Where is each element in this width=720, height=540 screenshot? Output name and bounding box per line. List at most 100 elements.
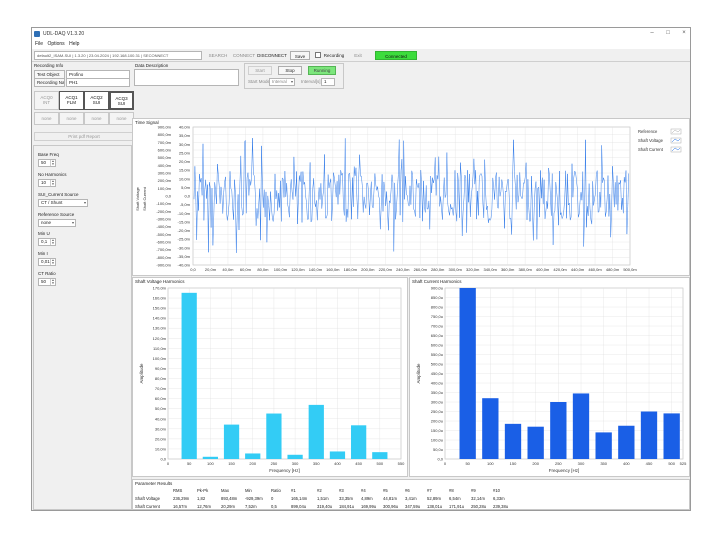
start-button[interactable]: Start xyxy=(248,66,272,75)
y-tick-label-left: -200,0m xyxy=(156,209,171,214)
start-mode-label: Start Mode xyxy=(248,79,271,84)
y-tick-label: 600,0u xyxy=(431,343,443,348)
y-tick-label: 300,0u xyxy=(431,400,443,405)
menu-file[interactable]: File xyxy=(35,40,43,49)
harmonic-bar xyxy=(482,398,499,459)
save-button[interactable]: Save xyxy=(290,51,310,60)
x-tick-label: 400 xyxy=(334,461,341,466)
y-tick-label: 500,0u xyxy=(431,362,443,367)
x-tick-label: 0 xyxy=(167,461,170,466)
app-icon xyxy=(34,31,40,37)
acq1-none[interactable]: none xyxy=(59,112,84,125)
print-report-button[interactable]: Print pdf Report xyxy=(34,132,134,141)
stop-button[interactable]: Stop xyxy=(278,66,302,75)
no-harmonics-spinner[interactable]: 10 ▲ ▼ xyxy=(38,179,56,187)
acq2-button[interactable]: ACQ2 SUI xyxy=(84,91,109,110)
x-tick-label: 160,0m xyxy=(326,267,340,272)
x-tick-label: 240,0m xyxy=(396,267,410,272)
table-header-cell: Max xyxy=(221,488,229,493)
y-tick-label: 10,0m xyxy=(155,446,167,451)
minimize-icon[interactable]: – xyxy=(646,30,658,36)
ct-ratio-spinner[interactable]: 50 ▲ ▼ xyxy=(38,278,56,286)
min-i-spinner[interactable]: 0,01 ▲ ▼ xyxy=(38,258,56,266)
acq2-line2: SUI xyxy=(92,100,101,105)
recording-name-field[interactable]: PH1 xyxy=(66,78,130,87)
table-cell: 239,38u xyxy=(493,504,509,509)
table-cell: 12,76m xyxy=(197,504,211,509)
y-tick-label-left: 500,0m xyxy=(158,155,172,160)
acq0-line2: INT xyxy=(42,100,51,105)
x-tick-label: 340,0m xyxy=(483,267,497,272)
harmonic-bar xyxy=(663,413,680,459)
interval-spinner[interactable]: 1 xyxy=(321,78,335,86)
y-tick-label-right: -5,0m xyxy=(180,202,191,207)
ref-source-select[interactable]: none ▾ xyxy=(38,219,76,227)
close-icon[interactable]: × xyxy=(678,30,690,36)
harmonic-bar xyxy=(329,451,346,459)
acq1-button[interactable]: ACQ1 FLM xyxy=(59,91,84,110)
x-tick-label: 250 xyxy=(555,461,562,466)
acq0-none[interactable]: none xyxy=(34,112,59,125)
harmonic-bar xyxy=(572,393,590,459)
search-button[interactable]: SEARCH xyxy=(206,51,230,60)
spinner-arrows-icon[interactable]: ▲ ▼ xyxy=(50,279,55,285)
table-header-cell: #9 xyxy=(471,488,476,493)
sui-source-select[interactable]: CT / Shunt ▾ xyxy=(38,199,88,207)
acq2-none[interactable]: none xyxy=(84,112,109,125)
spinner-arrows-icon[interactable]: ▲ ▼ xyxy=(50,180,55,186)
start-mode-select[interactable]: Interval ▾ xyxy=(269,78,295,86)
y-tick-label: 120,0m xyxy=(153,336,167,341)
y-tick-label: 90,0m xyxy=(155,366,167,371)
x-tick-label: 350 xyxy=(600,461,607,466)
disconnect-button[interactable]: DISCONNECT xyxy=(257,51,287,60)
min-u-spinner[interactable]: 0,1 ▲ ▼ xyxy=(38,238,56,246)
spinner-arrows-icon[interactable]: ▲ ▼ xyxy=(50,259,55,265)
acq3-none[interactable]: none xyxy=(109,112,134,125)
table-cell: 33,35m xyxy=(339,496,353,501)
y-tick-label: 350,0u xyxy=(431,390,443,395)
table-header-cell: #2 xyxy=(317,488,322,493)
y-tick-label: 100,0u xyxy=(431,438,443,443)
spinner-arrows-icon[interactable]: ▲ ▼ xyxy=(50,160,55,166)
recording-checkbox[interactable] xyxy=(315,52,321,58)
acq3-button[interactable]: ACQ3 SUI xyxy=(109,91,134,110)
device-select[interactable]: default2_ISAM-SUI | 1.3.20 | 23.04.2024 … xyxy=(34,51,202,60)
table-cell: 6,33m xyxy=(493,496,505,501)
y-tick-label: 850,0u xyxy=(431,295,443,300)
harmonic-bar xyxy=(504,423,522,459)
connect-button[interactable]: CONNECT xyxy=(232,51,256,60)
y-tick-label: 50,0m xyxy=(155,406,167,411)
time-signal-plot[interactable]: 900,0m 800,0m 700,0m 600,0m 500,0m 400,0m 300,… xyxy=(133,119,689,275)
x-tick-label: 440,0m xyxy=(571,267,585,272)
y-tick-label-left: -900,0m xyxy=(156,263,171,268)
y-tick-label: 40,0m xyxy=(155,416,167,421)
y-tick-label: 700,0u xyxy=(431,324,443,329)
settings-panel: Base Freq 50 ▲ ▼ No Harmonics 10 ▲ ▼ SUI_Cur… xyxy=(33,145,132,510)
maximize-icon[interactable]: □ xyxy=(662,30,674,36)
acq0-button[interactable]: ACQ0 INT xyxy=(34,91,59,110)
exit-button[interactable]: Exit xyxy=(350,51,366,60)
menu-help[interactable]: Help xyxy=(69,40,79,49)
x-tick-label: 525 xyxy=(680,461,687,466)
y-tick-label: 160,0m xyxy=(153,296,167,301)
y-tick-label-left: 300,0m xyxy=(158,171,172,176)
y-tick-label: 140,0m xyxy=(153,316,167,321)
current-harmonics-plot[interactable]: 900,0u 850,0u 800,0u 750,0u 700,0u 650,0u 600,… xyxy=(410,278,689,476)
connection-status: Connected xyxy=(375,51,417,60)
ref-source-label: Reference Source xyxy=(38,212,75,217)
y-axis-label: Amplitude xyxy=(139,363,144,384)
table-cell: Shaft Current xyxy=(135,504,160,509)
y-tick-label-left: 100,0m xyxy=(158,186,172,191)
base-freq-spinner[interactable]: 50 ▲ ▼ xyxy=(38,159,56,167)
table-cell: 1,82 xyxy=(197,496,206,501)
y-tick-label-right: 20,0m xyxy=(179,159,191,164)
table-header-cell: #8 xyxy=(449,488,454,493)
recording-label: Recording xyxy=(323,53,345,58)
voltage-harmonics-plot[interactable]: 170,0m 160,0m 150,0m 140,0m 130,0m 120,0m 110,… xyxy=(133,278,407,476)
menu-options[interactable]: Options xyxy=(47,40,64,49)
y-tick-label: 50,0u xyxy=(433,447,443,452)
data-description-field[interactable] xyxy=(134,69,239,86)
y-tick-label: 200,0u xyxy=(431,419,443,424)
x-tick-label: 120,0m xyxy=(291,267,305,272)
spinner-arrows-icon[interactable]: ▲ ▼ xyxy=(50,239,55,245)
